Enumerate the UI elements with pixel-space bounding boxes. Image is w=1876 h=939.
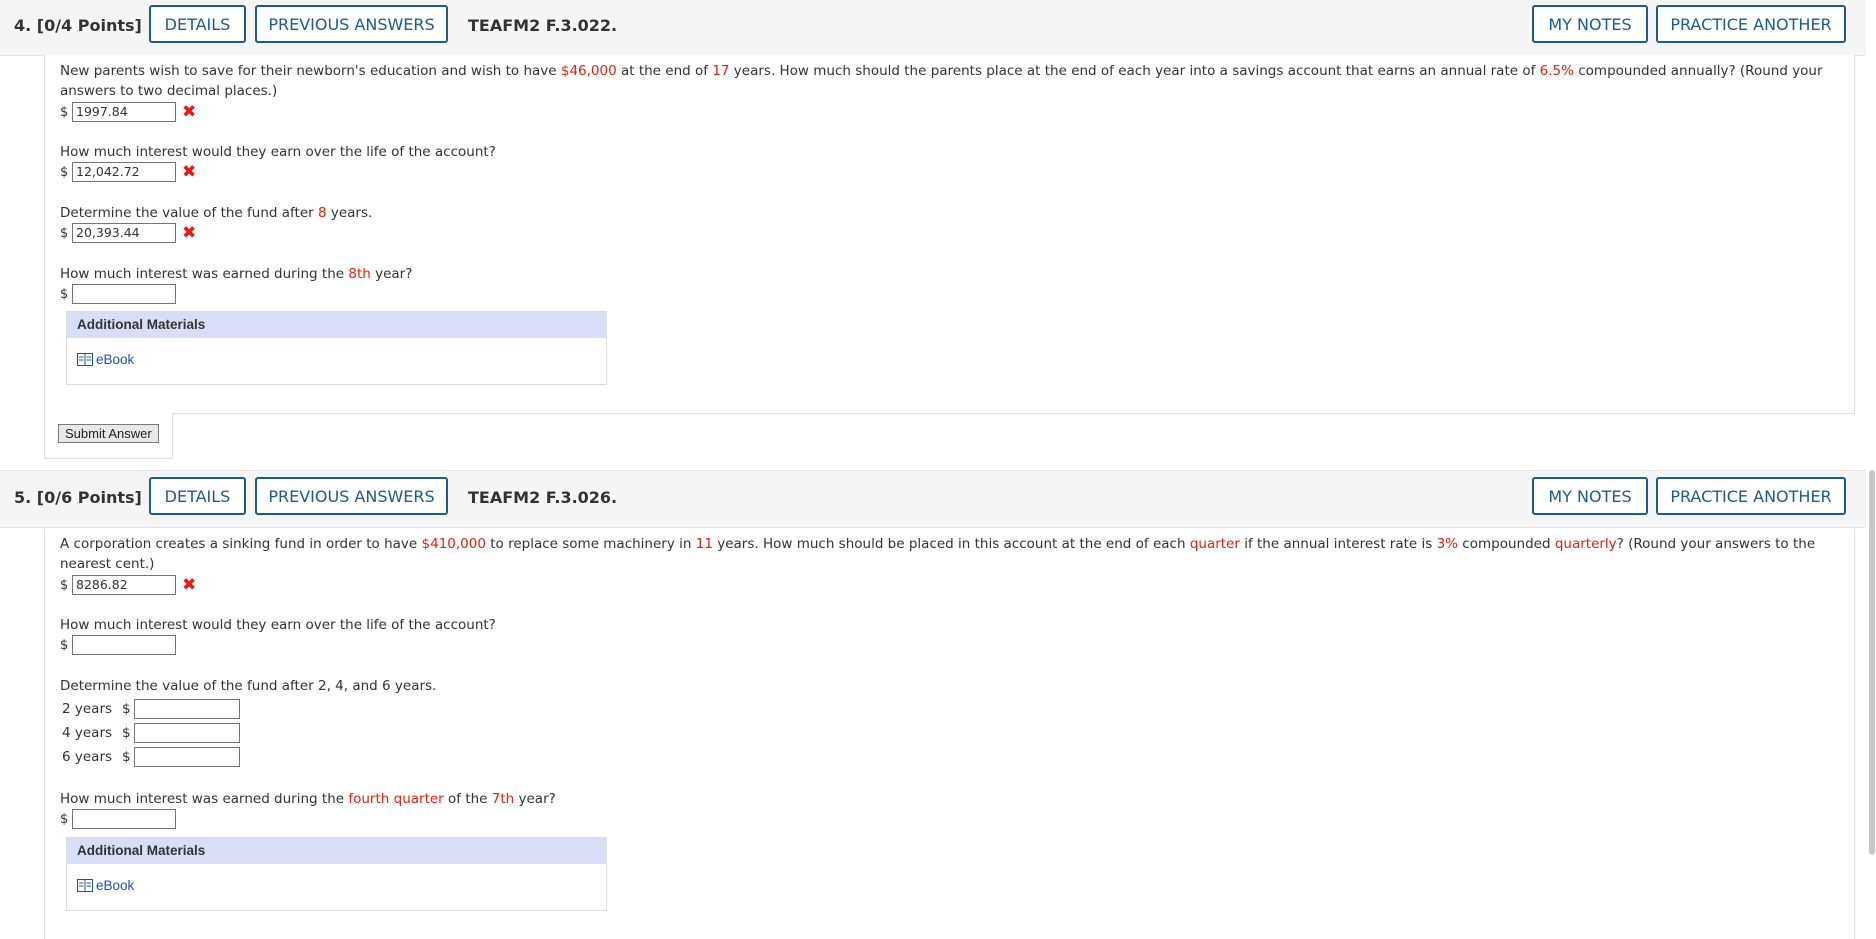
sub-question-2: How much interest would they earn over t… xyxy=(60,617,496,633)
question-points: [0/6 Points] xyxy=(36,488,142,507)
currency-label: $ xyxy=(60,164,69,180)
ebook-link[interactable]: eBook xyxy=(77,878,134,893)
previous-answers-button[interactable]: PREVIOUS ANSWERS xyxy=(255,5,448,43)
fund-value-input-2-years[interactable] xyxy=(134,699,240,719)
my-notes-button[interactable]: MY NOTES xyxy=(1532,5,1648,43)
row-label: 4 years xyxy=(62,725,113,741)
answer-input-1[interactable]: 1997.84 xyxy=(72,102,176,122)
ebook-label: eBook xyxy=(96,878,135,893)
currency-label: $ xyxy=(122,701,131,717)
currency-label: $ xyxy=(122,725,131,741)
answer-row-2: $ xyxy=(60,635,176,655)
wrong-mark-icon: ✖ xyxy=(182,162,197,182)
question-code: TEAFM2 F.3.022. xyxy=(468,16,618,35)
additional-materials: Additional Materials eBook xyxy=(66,837,607,911)
fund-value-input-4-years[interactable] xyxy=(134,723,240,743)
question-code: TEAFM2 F.3.026. xyxy=(468,488,618,507)
currency-label: $ xyxy=(60,577,69,593)
submit-answer-button[interactable]: Submit Answer xyxy=(58,424,159,443)
answer-row-1: $ 1997.84 ✖ xyxy=(60,102,196,122)
answer-row-4: $ xyxy=(60,284,176,304)
fund-value-input-6-years[interactable] xyxy=(134,747,240,767)
question-5-title: 5. [0/6 Points] xyxy=(14,488,142,507)
answer-input-2[interactable]: 12,042.72 xyxy=(72,162,176,182)
question-prompt: New parents wish to save for their newbo… xyxy=(60,63,1823,99)
wrong-mark-icon: ✖ xyxy=(182,575,197,595)
answer-input-2[interactable] xyxy=(72,635,176,655)
answer-row-3: $ 20,393.44 ✖ xyxy=(60,223,196,243)
additional-materials: Additional Materials eBook xyxy=(66,311,607,385)
question-points: [0/4 Points] xyxy=(36,16,142,35)
details-button[interactable]: DETAILS xyxy=(149,477,246,515)
currency-label: $ xyxy=(60,225,69,241)
sub-question-4: How much interest was earned during the … xyxy=(60,266,413,282)
currency-label: $ xyxy=(60,637,69,653)
answer-row-1: $ 8286.82 ✖ xyxy=(60,575,196,595)
question-prompt: A corporation creates a sinking fund in … xyxy=(60,536,1816,572)
materials-title: Additional Materials xyxy=(67,838,606,864)
question-4-title: 4. [0/4 Points] xyxy=(14,16,142,35)
ebook-link[interactable]: eBook xyxy=(77,352,134,367)
sub-question-3: Determine the value of the fund after 2,… xyxy=(60,678,437,694)
fund-value-row-6: 6 years $ xyxy=(62,747,240,767)
page-scrollbar[interactable] xyxy=(1866,0,1876,939)
previous-answers-button[interactable]: PREVIOUS ANSWERS xyxy=(255,477,448,515)
materials-title: Additional Materials xyxy=(67,312,606,338)
answer-row-4: $ xyxy=(60,809,176,829)
currency-label: $ xyxy=(60,286,69,302)
fund-value-row-4: 4 years $ xyxy=(62,723,240,743)
fund-value-row-2: 2 years $ xyxy=(62,699,240,719)
currency-label: $ xyxy=(122,749,131,765)
practice-another-button[interactable]: PRACTICE ANOTHER xyxy=(1656,477,1846,515)
scrollbar-thumb[interactable] xyxy=(1869,470,1875,855)
sub-question-3: Determine the value of the fund after 8 … xyxy=(60,205,373,221)
my-notes-button[interactable]: MY NOTES xyxy=(1532,477,1648,515)
practice-another-button[interactable]: PRACTICE ANOTHER xyxy=(1656,5,1846,43)
wrong-mark-icon: ✖ xyxy=(182,223,197,243)
answer-input-4[interactable] xyxy=(72,809,176,829)
answer-row-2: $ 12,042.72 ✖ xyxy=(60,162,196,182)
answer-input-3[interactable]: 20,393.44 xyxy=(72,223,176,243)
answer-input-4[interactable] xyxy=(72,284,176,304)
submit-area: Submit Answer xyxy=(44,413,173,459)
ebook-icon xyxy=(77,353,93,366)
answer-input-1[interactable]: 8286.82 xyxy=(72,575,176,595)
row-label: 2 years xyxy=(62,701,113,717)
ebook-label: eBook xyxy=(96,352,135,367)
question-4-body: New parents wish to save for their newbo… xyxy=(44,55,1855,414)
question-number: 4. xyxy=(14,16,32,35)
currency-label: $ xyxy=(60,811,69,827)
question-4-header: 4. [0/4 Points] DETAILS PREVIOUS ANSWERS… xyxy=(0,0,1876,56)
details-button[interactable]: DETAILS xyxy=(149,5,246,43)
row-label: 6 years xyxy=(62,749,113,765)
question-5-header: 5. [0/6 Points] DETAILS PREVIOUS ANSWERS… xyxy=(0,470,1876,528)
ebook-icon xyxy=(77,879,93,892)
sub-question-2: How much interest would they earn over t… xyxy=(60,144,496,160)
wrong-mark-icon: ✖ xyxy=(182,102,197,122)
currency-label: $ xyxy=(60,104,69,120)
question-5-body: A corporation creates a sinking fund in … xyxy=(44,529,1855,939)
question-number: 5. xyxy=(14,488,32,507)
sub-question-4: How much interest was earned during the … xyxy=(60,791,556,807)
